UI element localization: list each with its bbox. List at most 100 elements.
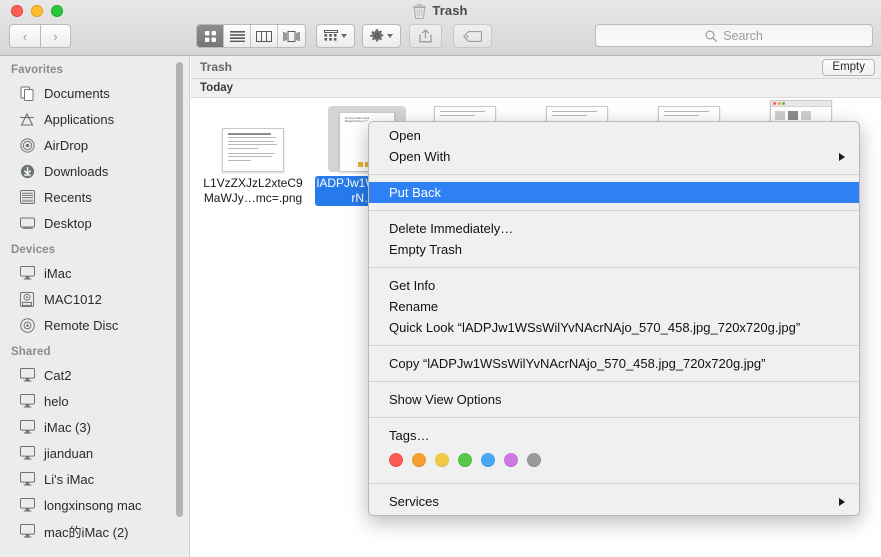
window-titlebar: Trash ‹ ›	[0, 0, 881, 56]
search-field[interactable]: Search	[595, 24, 873, 47]
menu-separator	[369, 381, 859, 382]
sidebar-section-header: Favorites	[0, 56, 189, 80]
document-icon	[222, 128, 284, 172]
tag-color-dot[interactable]	[504, 453, 518, 467]
tag-color-dot[interactable]	[481, 453, 495, 467]
gear-icon	[370, 29, 384, 43]
icon-view-button[interactable]	[197, 25, 224, 47]
sidebar-list: FavoritesDocuments Applications AirDrop Dow…	[0, 56, 189, 544]
view-mode-segmented-control	[196, 24, 306, 48]
menu-item-empty-trash[interactable]: Empty Trash	[369, 239, 859, 260]
sidebar-item-mac1012[interactable]: MAC1012	[0, 286, 189, 312]
applications-icon	[18, 111, 36, 127]
sidebar-item-label: Applications	[44, 112, 114, 127]
menu-separator	[369, 210, 859, 211]
sidebar-section-header: Shared	[0, 338, 189, 362]
list-view-icon	[230, 31, 245, 42]
menu-item-services[interactable]: Services	[369, 491, 859, 512]
menu-item-label: Show View Options	[389, 392, 502, 407]
sidebar-scrollbar[interactable]	[176, 62, 183, 517]
sidebar-item-recents[interactable]: Recents	[0, 184, 189, 210]
back-button[interactable]: ‹	[9, 24, 40, 48]
menu-item-label: Delete Immediately…	[389, 221, 513, 236]
submenu-arrow-icon	[839, 498, 845, 506]
menu-item-show-view-options[interactable]: Show View Options	[369, 389, 859, 410]
file-thumbnail	[214, 106, 292, 172]
display-icon	[18, 419, 36, 435]
trash-icon	[413, 4, 426, 19]
recents-icon	[18, 189, 36, 205]
tag-color-row	[369, 446, 859, 476]
tag-color-dot[interactable]	[527, 453, 541, 467]
gallery-view-button[interactable]	[278, 25, 305, 47]
tag-color-dot[interactable]	[412, 453, 426, 467]
sidebar-item-imac-3[interactable]: iMac (3)	[0, 414, 189, 440]
menu-item-put-back[interactable]: Put Back	[369, 182, 859, 203]
sidebar-item-label: Recents	[44, 190, 92, 205]
menu-item-delete-immediately[interactable]: Delete Immediately…	[369, 218, 859, 239]
menu-item-open[interactable]: Open	[369, 125, 859, 146]
disc-icon	[18, 317, 36, 333]
sidebar-item-jianduan[interactable]: jianduan	[0, 440, 189, 466]
display-icon	[18, 523, 36, 539]
menu-group: Delete Immediately… Empty Trash	[369, 215, 859, 263]
share-icon	[419, 29, 432, 43]
sidebar-item-label: Cat2	[44, 368, 71, 383]
gallery-view-icon	[283, 31, 300, 42]
sidebar: FavoritesDocuments Applications AirDrop Dow…	[0, 56, 190, 557]
tag-color-dot[interactable]	[435, 453, 449, 467]
menu-separator	[369, 345, 859, 346]
back-chevron-icon: ‹	[23, 29, 27, 44]
sidebar-item-cat2[interactable]: Cat2	[0, 362, 189, 388]
menu-item-copy-ladpjw1wsswilyvnacrnajo-570-458-jpg[interactable]: Copy “lADPJw1WSsWilYvNAcrNAjo_570_458.jp…	[369, 353, 859, 374]
sidebar-item-helo[interactable]: helo	[0, 388, 189, 414]
display-icon	[18, 471, 36, 487]
downloads-icon	[18, 163, 36, 179]
menu-item-tags[interactable]: Tags…	[369, 425, 859, 446]
menu-item-label: Rename	[389, 299, 438, 314]
empty-trash-button[interactable]: Empty	[822, 59, 875, 76]
column-view-button[interactable]	[251, 25, 278, 47]
file-item-document[interactable]: L1VzZXJzL2xteC9MaWJy…mc=.png	[197, 106, 309, 206]
sidebar-item-applications[interactable]: Applications	[0, 106, 189, 132]
sidebar-item-downloads[interactable]: Downloads	[0, 158, 189, 184]
tag-color-dot[interactable]	[458, 453, 472, 467]
action-chevron-down-icon	[387, 34, 393, 38]
search-icon	[705, 30, 717, 42]
arrange-icon	[324, 30, 338, 42]
group-header-label: Today	[200, 82, 233, 94]
menu-item-rename[interactable]: Rename	[369, 296, 859, 317]
menu-item-label: Put Back	[389, 185, 441, 200]
share-button[interactable]	[409, 24, 442, 48]
menu-item-get-info[interactable]: Get Info	[369, 275, 859, 296]
menu-group: Copy “lADPJw1WSsWilYvNAcrNAjo_570_458.jp…	[369, 350, 859, 377]
sidebar-item-longxinsong-mac[interactable]: longxinsong mac	[0, 492, 189, 518]
display-icon	[18, 445, 36, 461]
menu-item-label: Quick Look “lADPJw1WSsWilYvNAcrNAjo_570_…	[389, 320, 800, 335]
list-view-button[interactable]	[224, 25, 251, 47]
menu-item-label: Get Info	[389, 278, 435, 293]
tag-color-dot[interactable]	[389, 453, 403, 467]
menu-separator	[369, 267, 859, 268]
menu-item-quick-look-ladpjw1wsswilyvnacrnajo-570-4[interactable]: Quick Look “lADPJw1WSsWilYvNAcrNAjo_570_…	[369, 317, 859, 338]
sidebar-item-documents[interactable]: Documents	[0, 80, 189, 106]
group-header: Today	[191, 79, 881, 98]
action-menu-button[interactable]	[362, 24, 401, 48]
sidebar-item-mac-imac-2[interactable]: mac的iMac (2)	[0, 518, 189, 544]
sidebar-item-remote-disc[interactable]: Remote Disc	[0, 312, 189, 338]
icon-view-icon	[204, 30, 217, 43]
path-bar: Trash Empty	[191, 56, 881, 79]
airdrop-icon	[18, 137, 36, 153]
sidebar-item-desktop[interactable]: Desktop	[0, 210, 189, 236]
sidebar-item-airdrop[interactable]: AirDrop	[0, 132, 189, 158]
sidebar-item-li-s-imac[interactable]: Li's iMac	[0, 466, 189, 492]
menu-item-open-with[interactable]: Open With	[369, 146, 859, 167]
context-menu: OpenOpen With Put Back Delete Immediately……	[368, 121, 860, 516]
arrange-button[interactable]	[316, 24, 355, 48]
sidebar-item-label: jianduan	[44, 446, 93, 461]
sidebar-item-label: Downloads	[44, 164, 108, 179]
edit-tags-button[interactable]	[453, 24, 492, 48]
finder-window: Trash ‹ ›	[0, 0, 881, 557]
sidebar-item-imac[interactable]: iMac	[0, 260, 189, 286]
forward-button[interactable]: ›	[40, 24, 71, 48]
